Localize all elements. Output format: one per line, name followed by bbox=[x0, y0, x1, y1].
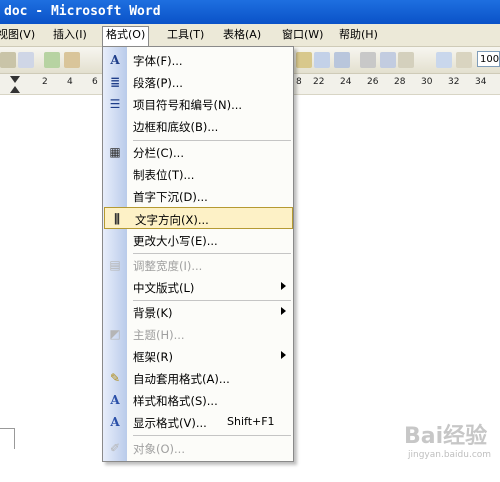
styles-icon: A bbox=[110, 393, 120, 407]
menu-item-label: 段落(P)... bbox=[133, 76, 183, 90]
first-line-indent-marker[interactable] bbox=[10, 76, 20, 83]
menu-item-bullets-numbering[interactable]: ☰ 项目符号和编号(N)... bbox=[103, 93, 293, 115]
reveal-formatting-icon: A bbox=[110, 415, 120, 429]
menu-item-label: 自动套用格式(A)... bbox=[133, 372, 230, 386]
menu-item-text-direction[interactable]: ⫼ 文字方向(X)... bbox=[104, 207, 293, 229]
menu-item-label: 项目符号和编号(N)... bbox=[133, 98, 243, 112]
menu-item-label: 字体(F)... bbox=[133, 54, 183, 68]
menu-item-paragraph[interactable]: ≣ 段落(P)... bbox=[103, 71, 293, 93]
menu-item-label: 框架(R) bbox=[133, 350, 173, 364]
menu-help[interactable]: 帮助(H) bbox=[336, 27, 381, 43]
title-bar: doc - Microsoft Word bbox=[0, 0, 500, 24]
text-direction-icon: ⫼ bbox=[114, 212, 120, 226]
watermark-brand: Bai经验 bbox=[404, 424, 488, 449]
menu-item-change-case[interactable]: 更改大小写(E)... bbox=[103, 229, 293, 251]
menu-item-label: 中文版式(L) bbox=[133, 281, 195, 295]
fit-width-icon: ▤ bbox=[109, 258, 121, 272]
ruler-number: 32 bbox=[448, 77, 460, 87]
ruler-number: 6 bbox=[92, 77, 98, 87]
menu-window[interactable]: 窗口(W) bbox=[279, 27, 326, 43]
submenu-arrow-icon bbox=[281, 282, 286, 290]
object-icon: ✐ bbox=[109, 441, 121, 455]
menu-bar: 视图(V) 插入(I) 格式(O) 工具(T) 表格(A) 窗口(W) 帮助(H… bbox=[0, 24, 500, 47]
paragraph-marks-icon[interactable] bbox=[456, 52, 472, 68]
menu-item-label: 背景(K) bbox=[133, 306, 173, 320]
format-menu: A 字体(F)... ≣ 段落(P)... ☰ 项目符号和编号(N)... 边框… bbox=[102, 46, 294, 462]
menu-item-label: 调整宽度(I)... bbox=[133, 259, 203, 273]
menu-item-label: 边框和底纹(B)... bbox=[133, 120, 219, 134]
menu-item-asian-layout[interactable]: 中文版式(L) bbox=[103, 276, 293, 298]
font-icon: A bbox=[110, 53, 120, 67]
menu-item-frames[interactable]: 框架(R) bbox=[103, 345, 293, 367]
menu-item-font[interactable]: A 字体(F)... bbox=[103, 49, 293, 71]
ruler-number: 28 bbox=[394, 77, 406, 87]
menu-item-fit-width[interactable]: ▤ 调整宽度(I)... bbox=[103, 254, 293, 276]
menu-item-drop-cap[interactable]: 首字下沉(D)... bbox=[103, 185, 293, 207]
document-map-icon[interactable] bbox=[398, 52, 414, 68]
menu-item-label: 首字下沉(D)... bbox=[133, 190, 208, 204]
menu-item-tabs[interactable]: 制表位(T)... bbox=[103, 163, 293, 185]
window-title: doc - Microsoft Word bbox=[4, 4, 161, 19]
theme-icon: ◩ bbox=[109, 327, 121, 341]
menu-insert[interactable]: 插入(I) bbox=[50, 27, 90, 43]
tables-borders-icon[interactable] bbox=[314, 52, 330, 68]
menu-item-theme[interactable]: ◩ 主题(H)... bbox=[103, 323, 293, 345]
hanging-indent-marker[interactable] bbox=[10, 86, 20, 93]
insert-hyperlink-icon[interactable] bbox=[296, 52, 312, 68]
paragraph-icon: ≣ bbox=[109, 75, 121, 89]
ruler-number: 8 bbox=[296, 77, 302, 87]
ruler-number: 26 bbox=[367, 77, 379, 87]
ruler-number: 2 bbox=[42, 77, 48, 87]
menu-item-background[interactable]: 背景(K) bbox=[103, 301, 293, 323]
insert-table-icon[interactable] bbox=[334, 52, 350, 68]
page-corner-mark bbox=[0, 428, 15, 449]
ruler-number: 30 bbox=[421, 77, 433, 87]
ruler-number: 4 bbox=[67, 77, 73, 87]
print-icon[interactable] bbox=[0, 52, 16, 68]
menu-item-label: 主题(H)... bbox=[133, 328, 185, 342]
zoom-box[interactable]: 100 bbox=[477, 51, 500, 67]
menu-separator bbox=[133, 435, 291, 436]
submenu-arrow-icon bbox=[281, 307, 286, 315]
menu-item-reveal-formatting[interactable]: A 显示格式(V)... Shift+F1 bbox=[103, 411, 293, 433]
menu-item-label: 更改大小写(E)... bbox=[133, 234, 218, 248]
columns-toolbar-icon[interactable] bbox=[360, 52, 376, 68]
menu-item-object[interactable]: ✐ 对象(O)... bbox=[103, 437, 293, 459]
menu-item-label: 分栏(C)... bbox=[133, 146, 184, 160]
menu-item-label: 显示格式(V)... bbox=[133, 416, 207, 430]
watermark-url: jingyan.baidu.com bbox=[408, 450, 492, 460]
menu-view[interactable]: 视图(V) bbox=[0, 27, 38, 43]
menu-item-label: 文字方向(X)... bbox=[135, 213, 209, 227]
menu-format[interactable]: 格式(O) bbox=[102, 26, 150, 47]
menu-table[interactable]: 表格(A) bbox=[220, 27, 264, 43]
menu-item-columns[interactable]: ▦ 分栏(C)... bbox=[103, 141, 293, 163]
autoformat-icon: ✎ bbox=[109, 371, 121, 385]
menu-item-shortcut: Shift+F1 bbox=[227, 415, 275, 428]
menu-item-label: 对象(O)... bbox=[133, 442, 185, 456]
ruler-number: 22 bbox=[313, 77, 325, 87]
menu-item-label: 样式和格式(S)... bbox=[133, 394, 218, 408]
menu-item-label: 制表位(T)... bbox=[133, 168, 195, 182]
bullets-icon: ☰ bbox=[109, 97, 121, 111]
drawing-icon[interactable] bbox=[380, 52, 396, 68]
menu-item-autoformat[interactable]: ✎ 自动套用格式(A)... bbox=[103, 367, 293, 389]
menu-item-borders-shading[interactable]: 边框和底纹(B)... bbox=[103, 115, 293, 137]
print-preview-icon[interactable] bbox=[18, 52, 34, 68]
columns-icon: ▦ bbox=[109, 145, 121, 159]
ruler-number: 34 bbox=[475, 77, 487, 87]
show-hide-icon[interactable] bbox=[436, 52, 452, 68]
menu-item-styles-formatting[interactable]: A 样式和格式(S)... bbox=[103, 389, 293, 411]
research-icon[interactable] bbox=[64, 52, 80, 68]
spelling-icon[interactable] bbox=[44, 52, 60, 68]
baidu-jingyan-watermark: Bai经验 jingyan.baidu.com bbox=[384, 406, 498, 468]
menu-tools[interactable]: 工具(T) bbox=[164, 27, 207, 43]
ruler-number: 24 bbox=[340, 77, 352, 87]
submenu-arrow-icon bbox=[281, 351, 286, 359]
